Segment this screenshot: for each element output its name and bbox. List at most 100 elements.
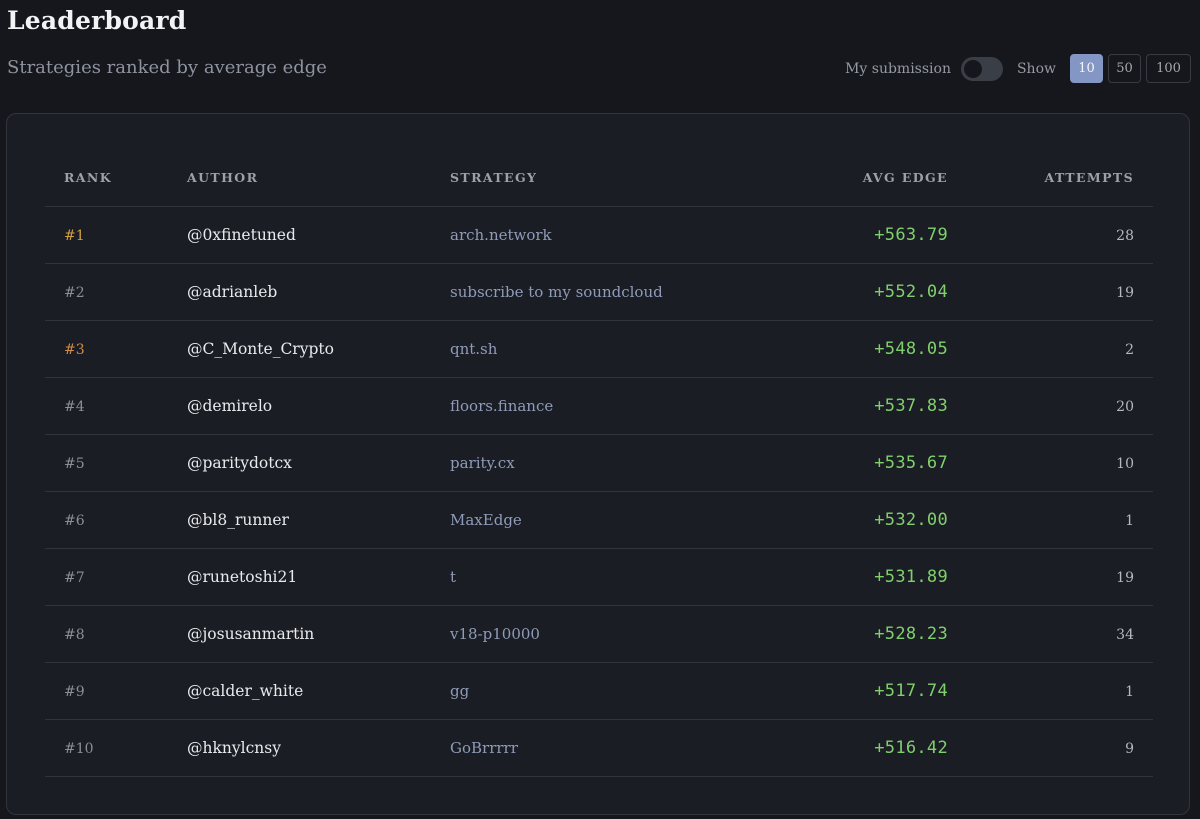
attempts-count: 1 [1125, 684, 1134, 700]
leaderboard-table: RANK AUTHOR STRATEGY AVG EDGE ATTEMPTS #… [45, 148, 1153, 777]
column-header-attempts: ATTEMPTS [948, 148, 1153, 207]
avg-edge-value: +531.89 [874, 567, 948, 587]
rank-cell: #5 [64, 456, 85, 472]
attempts-column-cell: 2 [948, 320, 1153, 378]
rank-cell-column-cell: #6 [45, 491, 187, 549]
strategy-link[interactable]: arch.network [450, 226, 552, 244]
attempts-count: 9 [1125, 741, 1134, 757]
author-link[interactable]: @C_Monte_Crypto [187, 340, 334, 358]
strategy-link[interactable]: v18-p10000 [450, 625, 540, 643]
strategy-column-cell: t [450, 548, 830, 606]
avg-edge-value: +532.00 [874, 510, 948, 530]
author-link[interactable]: @0xfinetuned [187, 226, 296, 244]
strategy-link[interactable]: parity.cx [450, 454, 515, 472]
avg-edge-value: +537.83 [874, 396, 948, 416]
page-size-50-button[interactable]: 50 [1108, 54, 1141, 83]
page-size-100-button[interactable]: 100 [1146, 54, 1191, 83]
rank-cell: #8 [64, 627, 85, 643]
table-body: #1 @0xfinetuned arch.network +563.79 28 #2 @ad… [45, 206, 1153, 777]
avg-edge-value: +563.79 [874, 225, 948, 245]
rank-cell-column-cell: #3 [45, 320, 187, 378]
attempts-count: 2 [1125, 342, 1134, 358]
strategy-column-cell: subscribe to my soundcloud [450, 263, 830, 321]
author-link[interactable]: @runetoshi21 [187, 568, 297, 586]
author-column-cell: @demirelo [187, 377, 450, 435]
column-header-strategy: STRATEGY [450, 148, 830, 207]
table-header-row: RANK AUTHOR STRATEGY AVG EDGE ATTEMPTS [45, 148, 1153, 207]
author-column-cell: @bl8_runner [187, 491, 450, 549]
author-link[interactable]: @adrianleb [187, 283, 277, 301]
avg-edge-column-cell: +516.42 [830, 719, 948, 777]
rank-cell-column-cell: #4 [45, 377, 187, 435]
author-link[interactable]: @josusanmartin [187, 625, 314, 643]
avg-edge-column-cell: +552.04 [830, 263, 948, 321]
author-column-cell: @C_Monte_Crypto [187, 320, 450, 378]
attempts-count: 19 [1116, 285, 1134, 301]
author-column-cell: @0xfinetuned [187, 206, 450, 264]
leaderboard-page: Leaderboard Strategies ranked by average… [0, 0, 1200, 819]
avg-edge-value: +535.67 [874, 453, 948, 473]
author-link[interactable]: @hknylcnsy [187, 739, 281, 757]
avg-edge-column-cell: +537.83 [830, 377, 948, 435]
author-column-cell: @adrianleb [187, 263, 450, 321]
toggle-knob [963, 59, 982, 78]
table-row[interactable]: #9 @calder_white gg +517.74 1 [45, 662, 1153, 720]
my-submission-label: My submission [845, 60, 951, 77]
avg-edge-value: +552.04 [874, 282, 948, 302]
rank-cell-column-cell: #5 [45, 434, 187, 492]
column-header-author: AUTHOR [187, 148, 450, 207]
strategy-column-cell: arch.network [450, 206, 830, 264]
rank-cell: #6 [64, 513, 85, 529]
attempts-count: 10 [1116, 456, 1134, 472]
author-column-cell: @josusanmartin [187, 605, 450, 663]
show-label: Show [1016, 60, 1056, 77]
avg-edge-column-cell: +531.89 [830, 548, 948, 606]
strategy-link[interactable]: subscribe to my soundcloud [450, 283, 663, 301]
strategy-link[interactable]: floors.finance [450, 397, 553, 415]
page-size-10-button[interactable]: 10 [1070, 54, 1103, 83]
rank-cell: #10 [64, 741, 94, 757]
author-link[interactable]: @calder_white [187, 682, 303, 700]
strategy-link[interactable]: gg [450, 682, 469, 700]
strategy-link[interactable]: qnt.sh [450, 340, 497, 358]
avg-edge-column-cell: +563.79 [830, 206, 948, 264]
author-column-cell: @paritydotcx [187, 434, 450, 492]
strategy-column-cell: qnt.sh [450, 320, 830, 378]
strategy-link[interactable]: MaxEdge [450, 511, 522, 529]
strategy-column-cell: MaxEdge [450, 491, 830, 549]
strategy-column-cell: gg [450, 662, 830, 720]
table-row[interactable]: #1 @0xfinetuned arch.network +563.79 28 [45, 206, 1153, 264]
table-row[interactable]: #4 @demirelo floors.finance +537.83 20 [45, 377, 1153, 435]
rank-cell-column-cell: #9 [45, 662, 187, 720]
author-column-cell: @calder_white [187, 662, 450, 720]
rank-cell-column-cell: #1 [45, 206, 187, 264]
rank-cell-column-cell: #10 [45, 719, 187, 777]
avg-edge-column-cell: +532.00 [830, 491, 948, 549]
table-row[interactable]: #10 @hknylcnsy GoBrrrrr +516.42 9 [45, 719, 1153, 777]
strategy-column-cell: GoBrrrrr [450, 719, 830, 777]
strategy-link[interactable]: GoBrrrrr [450, 739, 518, 757]
strategy-link[interactable]: t [450, 568, 456, 586]
strategy-column-cell: v18-p10000 [450, 605, 830, 663]
author-link[interactable]: @paritydotcx [187, 454, 292, 472]
author-link[interactable]: @demirelo [187, 397, 272, 415]
attempts-column-cell: 20 [948, 377, 1153, 435]
table-row[interactable]: #2 @adrianleb subscribe to my soundcloud +5… [45, 263, 1153, 321]
page-title: Leaderboard [7, 6, 187, 35]
table-row[interactable]: #5 @paritydotcx parity.cx +535.67 10 [45, 434, 1153, 492]
author-link[interactable]: @bl8_runner [187, 511, 289, 529]
table-row[interactable]: #8 @josusanmartin v18-p10000 +528.23 34 [45, 605, 1153, 663]
avg-edge-value: +548.05 [874, 339, 948, 359]
my-submission-toggle[interactable] [960, 56, 1003, 81]
table-row[interactable]: #7 @runetoshi21 t +531.89 19 [45, 548, 1153, 606]
avg-edge-column-cell: +535.67 [830, 434, 948, 492]
table-row[interactable]: #3 @C_Monte_Crypto qnt.sh +548.05 2 [45, 320, 1153, 378]
strategy-column-cell: floors.finance [450, 377, 830, 435]
avg-edge-column-cell: +517.74 [830, 662, 948, 720]
leaderboard-panel: RANK AUTHOR STRATEGY AVG EDGE ATTEMPTS #… [6, 113, 1190, 815]
author-column-cell: @runetoshi21 [187, 548, 450, 606]
attempts-column-cell: 19 [948, 548, 1153, 606]
attempts-column-cell: 1 [948, 491, 1153, 549]
table-row[interactable]: #6 @bl8_runner MaxEdge +532.00 1 [45, 491, 1153, 549]
attempts-column-cell: 34 [948, 605, 1153, 663]
